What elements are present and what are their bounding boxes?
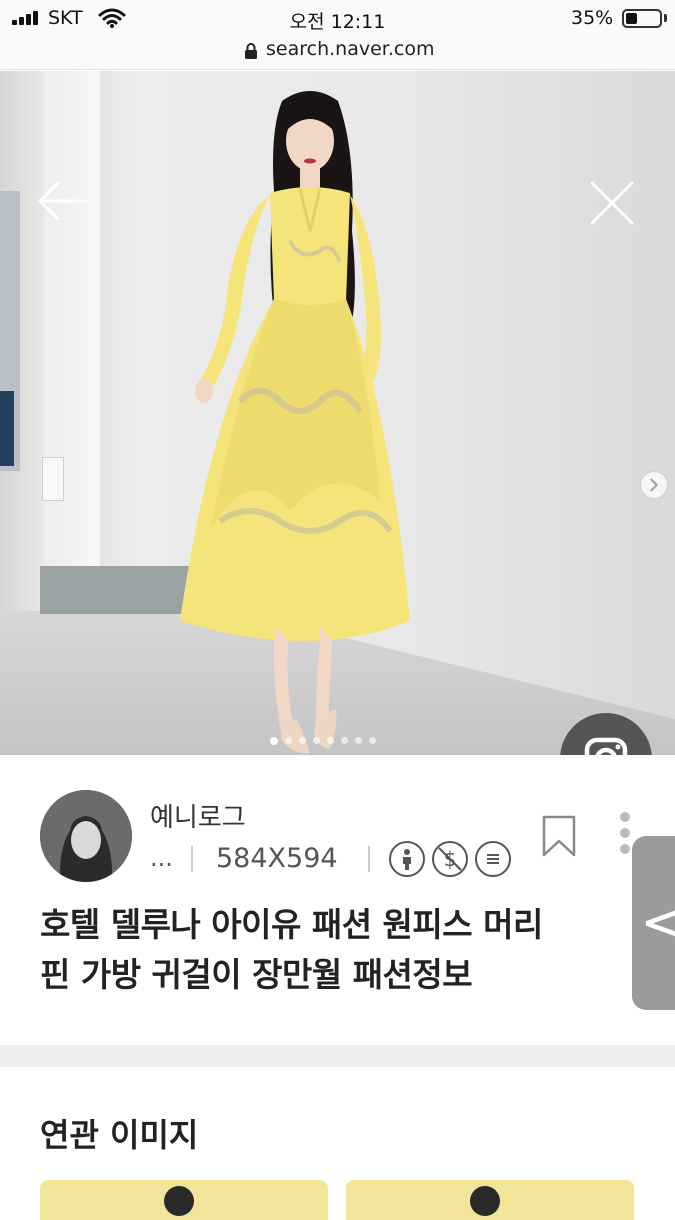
page-dot [270,737,278,745]
meta-divider [368,846,370,872]
image-size: 584X594 [216,843,338,874]
battery-percent: 35% [571,7,614,29]
lens-search-button[interactable] [560,713,652,755]
menu-lines-icon[interactable] [475,841,511,877]
avatar-photo [40,790,132,882]
more-options-icon[interactable] [618,812,632,858]
image-title[interactable]: 호텔 델루나 아이유 패션 원피스 머리 핀 가방 귀걸이 장만월 패션정보 [40,900,620,1000]
wall-outlet [42,457,64,501]
menu-lines-glyph [487,854,499,864]
related-thumbnail[interactable] [346,1180,634,1220]
door-dark [0,391,14,466]
back-arrow-icon[interactable] [36,179,88,223]
bookmark-icon[interactable] [541,814,577,858]
avatar[interactable] [40,790,132,882]
battery-level [626,13,637,24]
page-indicator [270,737,376,745]
no-dollar-icon[interactable]: $ [432,841,468,877]
page-dot [285,737,292,744]
close-icon[interactable] [588,179,636,227]
person-glyph [403,849,411,870]
page-dot [341,737,348,744]
source-ellipsis: ... [150,844,173,872]
thumbnail-figure [164,1186,194,1216]
no-dollar-glyph: $ [438,847,462,871]
battery-icon [622,9,662,28]
person-icon[interactable] [389,841,425,877]
next-icon[interactable] [640,471,668,499]
section-divider [0,1045,675,1067]
page-dot [369,737,376,744]
url-bar[interactable]: search.naver.com [0,36,675,70]
status-bar: SKT 오전 12:11 35% [0,0,675,36]
woman-in-yellow-dress [180,91,410,754]
related-images-title: 연관 이미지 [40,1116,199,1154]
url-text[interactable]: search.naver.com [266,38,434,60]
wall-column [44,71,100,631]
source-name[interactable]: 예니로그 [150,797,246,834]
side-tab-arrow: < [640,890,675,955]
page-dot [355,737,362,744]
battery-cap [664,14,667,22]
related-thumbnail[interactable] [40,1180,328,1220]
thumbnail-figure [470,1186,500,1216]
image-title-line1: 호텔 델루나 아이유 패션 원피스 머리 [40,905,543,944]
meta-divider [191,846,193,872]
page-dot [299,737,306,744]
page-dot [327,737,334,744]
image-viewer[interactable] [0,71,675,755]
lens-search-icon [584,737,628,755]
lock-icon [245,43,257,59]
page-dot [313,737,320,744]
image-title-line2: 핀 가방 귀걸이 장만월 패션정보 [40,955,473,994]
